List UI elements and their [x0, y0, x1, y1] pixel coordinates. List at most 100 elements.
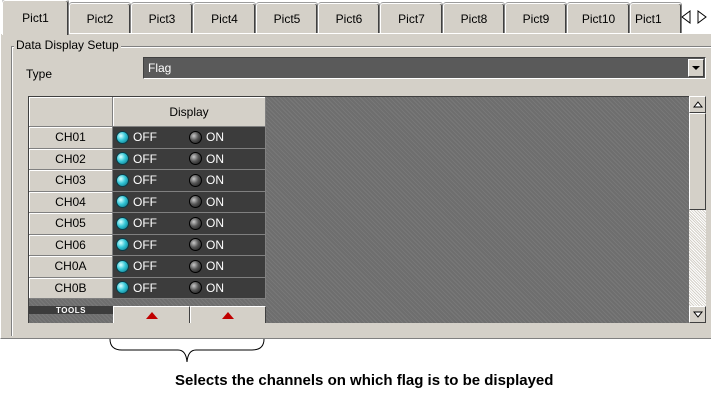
radio-off[interactable]: OFF — [116, 238, 157, 252]
tab-label: Pict10 — [581, 11, 616, 26]
radio-indicator-icon — [116, 152, 129, 165]
radio-label: ON — [206, 194, 224, 209]
radio-indicator-icon — [116, 173, 129, 187]
group-title: Data Display Setup — [14, 38, 121, 52]
radio-label: ON — [206, 259, 224, 273]
display-cell: OFF ON — [113, 277, 266, 299]
channel-rows: CH01 OFF ON CH02 OFF ON CH03 OFF ON CH04 OFF ON CH05… — [29, 127, 266, 299]
display-cell: OFF ON — [113, 191, 266, 213]
tab-label: Pict4 — [211, 11, 238, 26]
radio-label: OFF — [133, 151, 157, 166]
scroll-up-button[interactable] — [689, 96, 706, 113]
tools-off-column-button[interactable] — [113, 306, 190, 323]
channel-label: CH01 — [29, 127, 113, 149]
channel-label: CH0B — [29, 277, 113, 299]
radio-label: OFF — [133, 194, 157, 209]
radio-indicator-icon — [189, 281, 202, 294]
radio-on[interactable]: ON — [189, 152, 224, 166]
type-label: Type — [26, 67, 53, 81]
tab-scroll-right-button[interactable] — [695, 8, 709, 26]
radio-on[interactable]: ON — [189, 238, 224, 252]
tab-pict10[interactable]: Pict10 — [567, 3, 630, 33]
table-row: CH0A OFF ON — [29, 256, 266, 278]
radio-off[interactable]: OFF — [116, 216, 157, 230]
radio-label: ON — [206, 280, 224, 295]
radio-off[interactable]: OFF — [116, 195, 157, 209]
tab-pict1[interactable]: Pict1 — [2, 0, 69, 35]
radio-indicator-icon — [116, 281, 129, 294]
type-dropdown-button[interactable] — [688, 59, 704, 77]
radio-label: OFF — [133, 259, 157, 273]
radio-label: OFF — [133, 130, 157, 144]
type-select[interactable]: Flag — [143, 57, 706, 79]
grid-corner-header — [29, 97, 113, 127]
display-cell: OFF ON — [113, 213, 266, 235]
radio-on[interactable]: ON — [189, 216, 224, 230]
tools-bar: TOOLS — [29, 306, 266, 323]
radio-on[interactable]: ON — [189, 130, 224, 144]
radio-indicator-icon — [189, 130, 202, 144]
radio-indicator-icon — [189, 152, 202, 165]
tab-pict9[interactable]: Pict9 — [505, 3, 567, 33]
tools-label: TOOLS — [29, 306, 113, 315]
radio-off[interactable]: OFF — [116, 259, 157, 273]
tools-on-column-button[interactable] — [190, 306, 266, 323]
radio-label: OFF — [133, 216, 157, 230]
arrow-up-icon — [145, 311, 158, 319]
radio-label: OFF — [133, 173, 157, 187]
radio-off[interactable]: OFF — [116, 130, 157, 144]
radio-label: ON — [206, 237, 224, 252]
table-row: CH06 OFF ON — [29, 234, 266, 256]
radio-indicator-icon — [189, 195, 202, 208]
display-cell: OFF ON — [113, 170, 266, 192]
tab-pict3[interactable]: Pict3 — [131, 3, 193, 33]
tab-pict6[interactable]: Pict6 — [318, 3, 380, 33]
tab-scroll-left-button[interactable] — [679, 8, 693, 26]
radio-indicator-icon — [116, 238, 129, 251]
tab-pict11[interactable]: Pict1 — [630, 3, 682, 33]
arrow-up-icon — [222, 311, 234, 319]
radio-on[interactable]: ON — [189, 259, 224, 273]
chevron-down-icon — [692, 65, 700, 70]
tab-label: Pict6 — [335, 11, 363, 26]
radio-label: ON — [206, 151, 224, 166]
tab-pict5[interactable]: Pict5 — [256, 3, 318, 33]
tab-label: Pict8 — [460, 11, 488, 26]
radio-on[interactable]: ON — [189, 173, 224, 187]
tab-panel: Data Display Setup Type Flag Display CH0… — [0, 33, 711, 339]
tab-pict8[interactable]: Pict8 — [443, 3, 505, 33]
arrow-up-icon — [692, 101, 703, 108]
tab-pict2[interactable]: Pict2 — [69, 3, 131, 33]
tab-pict7[interactable]: Pict7 — [380, 3, 443, 33]
channel-label: CH03 — [29, 170, 113, 192]
radio-label: ON — [206, 173, 224, 187]
radio-on[interactable]: ON — [189, 281, 224, 295]
tab-label: Pict3 — [148, 11, 176, 26]
radio-indicator-icon — [189, 259, 202, 273]
tab-label: Pict1 — [635, 11, 662, 26]
table-row: CH0B OFF ON — [29, 277, 266, 299]
tab-label: Pict9 — [522, 11, 550, 26]
tab-label: Pict1 — [22, 11, 49, 25]
vertical-scrollbar[interactable] — [689, 96, 706, 323]
tab-label: Pict7 — [398, 11, 425, 26]
display-cell: OFF ON — [113, 256, 266, 278]
radio-on[interactable]: ON — [189, 195, 224, 209]
radio-off[interactable]: OFF — [116, 281, 157, 295]
tab-pict4[interactable]: Pict4 — [193, 3, 256, 33]
scrollbar-thumb[interactable] — [689, 113, 706, 210]
tab-label: Pict5 — [273, 11, 301, 26]
radio-off[interactable]: OFF — [116, 173, 157, 187]
channel-label: CH02 — [29, 148, 113, 170]
caption-text: Selects the channels on which flag is to… — [175, 372, 554, 389]
arrow-right-icon — [697, 10, 707, 24]
display-cell: OFF ON — [113, 234, 266, 256]
table-row: CH01 OFF ON — [29, 127, 266, 149]
scroll-down-button[interactable] — [689, 306, 706, 323]
radio-off[interactable]: OFF — [116, 152, 157, 166]
scrollbar-track[interactable] — [689, 113, 706, 306]
tab-bar: Pict1 Pict2 Pict3 Pict4 Pict5 Pict6 Pict… — [0, 0, 711, 35]
display-header-label: Display — [169, 104, 209, 119]
channel-label: CH05 — [29, 213, 113, 235]
radio-label: OFF — [133, 280, 157, 295]
